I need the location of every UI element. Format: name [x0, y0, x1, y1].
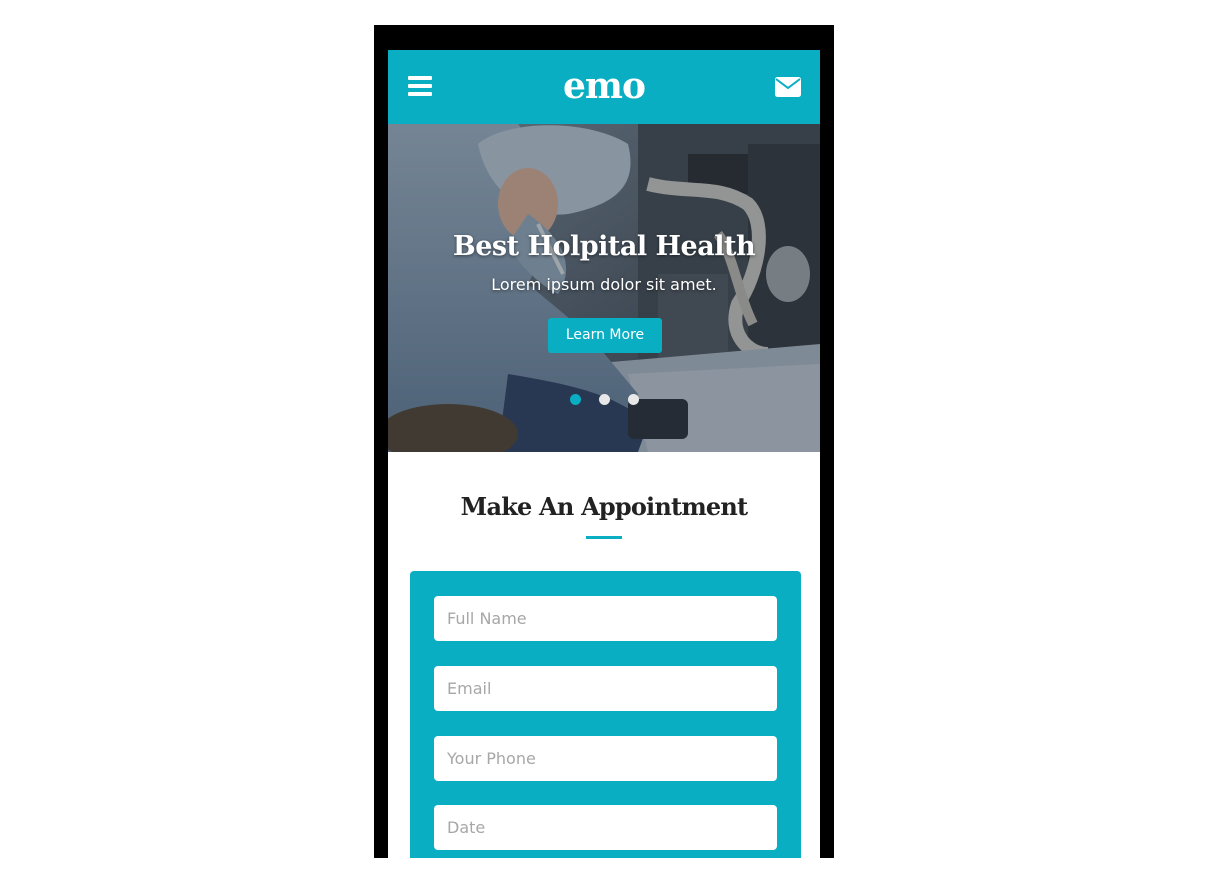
learn-more-button[interactable]: Learn More	[548, 318, 662, 353]
title-underline	[586, 536, 622, 539]
hero-subtitle: Lorem ipsum dolor sit amet.	[491, 275, 717, 294]
phone-frame: emo Best Holpital Health Lorem ipsum dol…	[374, 25, 834, 858]
hero-slider: Best Holpital Health Lorem ipsum dolor s…	[388, 124, 820, 452]
appointment-title: Make An Appointment	[460, 492, 748, 521]
full-name-input[interactable]	[434, 596, 777, 641]
brand-logo[interactable]: emo	[388, 64, 820, 108]
slider-pagination	[570, 394, 650, 406]
slider-dot-1[interactable]	[570, 394, 581, 405]
date-input[interactable]	[434, 805, 777, 850]
hero-title: Best Holpital Health	[452, 231, 756, 262]
hamburger-menu-icon[interactable]	[408, 76, 432, 96]
email-input[interactable]	[434, 666, 777, 711]
top-navbar: emo	[388, 50, 820, 124]
slider-dot-2[interactable]	[599, 394, 610, 405]
appointment-form	[410, 571, 801, 858]
phone-screen: emo Best Holpital Health Lorem ipsum dol…	[388, 50, 820, 858]
phone-input[interactable]	[434, 736, 777, 781]
envelope-icon[interactable]	[775, 76, 801, 98]
slider-dot-3[interactable]	[628, 394, 639, 405]
